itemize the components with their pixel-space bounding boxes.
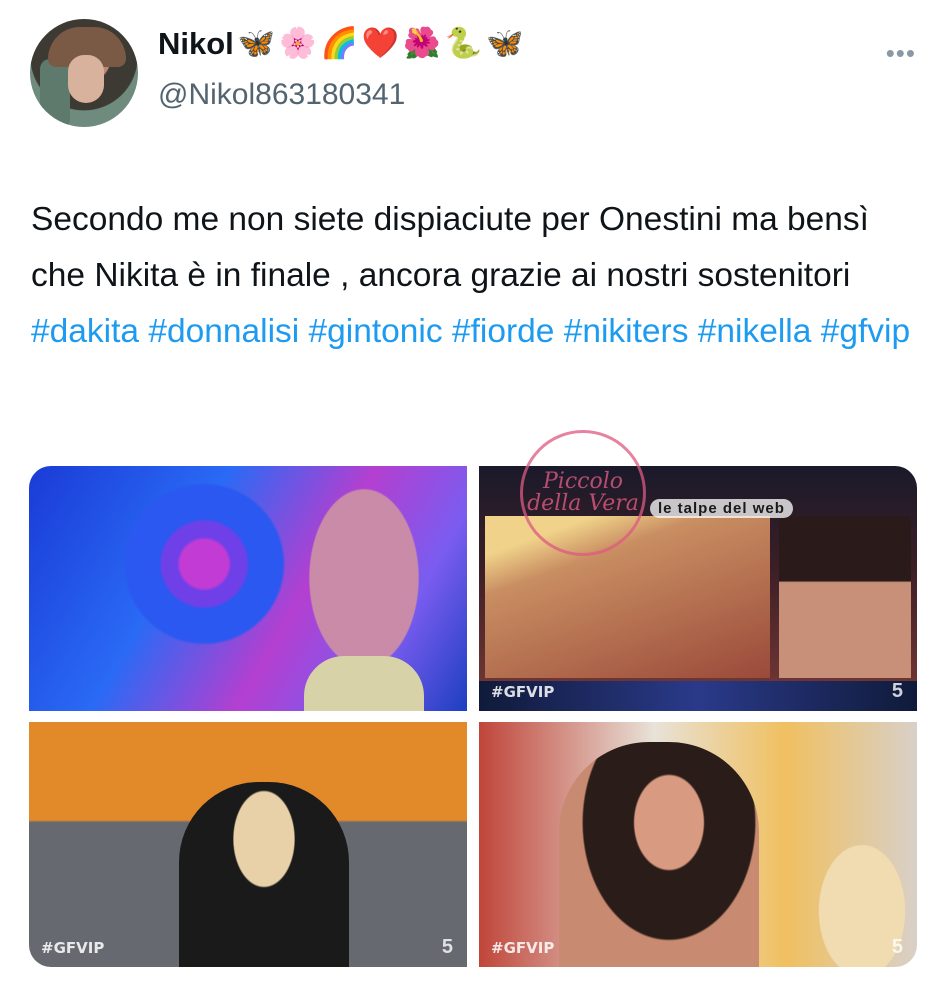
heart-emoji-icon: ❤️: [361, 27, 400, 60]
butterfly-emoji-icon: 🦋: [485, 27, 524, 60]
butterfly-emoji-icon: 🦋: [237, 27, 276, 60]
media-grid[interactable]: #GFVIP 5 #GFVIP 5 #GFVIP 5: [29, 466, 917, 967]
watermark-text: le talpe del web: [650, 499, 793, 518]
tweet-text-segment: [811, 313, 820, 350]
show-hashtag-overlay: #GFVIP: [41, 939, 105, 957]
author-handle[interactable]: @Nikol863180341: [158, 78, 405, 112]
rainbow-emoji-icon: 🌈: [320, 27, 358, 60]
tweet-text-segment: [554, 313, 563, 350]
show-hashtag-overlay: #GFVIP: [491, 939, 555, 957]
channel-logo-icon: 5: [441, 936, 453, 958]
hashtag-link[interactable]: #fiorde: [452, 313, 554, 350]
hibiscus-emoji-icon: 🌺: [403, 27, 441, 60]
image-figure-skirt: [304, 656, 424, 711]
author-name-row[interactable]: Nikol 🦋 🌸 🌈 ❤️ 🌺 🐍 🦋: [158, 26, 523, 62]
tweet-text-segment: [299, 313, 308, 350]
tweet-text-segment: Secondo me non siete dispiaciute per One…: [31, 201, 869, 294]
media-image-3[interactable]: #GFVIP 5: [29, 722, 467, 967]
watermark-stamp: Piccolo della Vera: [520, 430, 646, 556]
media-image-1[interactable]: [29, 466, 467, 711]
author-avatar[interactable]: [30, 19, 138, 127]
tweet-text-segment: [139, 313, 148, 350]
blossom-emoji-icon: 🌸: [279, 27, 317, 60]
image-figure: [559, 742, 759, 967]
tweet-text-segment: [688, 313, 697, 350]
tweet-text: Secondo me non siete dispiaciute per One…: [31, 192, 911, 360]
avatar-hair: [40, 59, 70, 127]
hashtag-link[interactable]: #dakita: [31, 313, 139, 350]
channel-logo-icon: 5: [891, 680, 903, 702]
hashtag-link[interactable]: #gfvip: [821, 313, 910, 350]
more-options-icon[interactable]: •••: [886, 38, 916, 69]
image-panel-left: [485, 516, 770, 678]
channel-logo-icon: 5: [891, 936, 903, 958]
hashtag-link[interactable]: #nikella: [698, 313, 812, 350]
tweet-text-segment: [443, 313, 452, 350]
snake-emoji-icon: 🐍: [444, 27, 482, 60]
image-panel-right: [779, 516, 911, 678]
hashtag-link[interactable]: #gintonic: [309, 313, 443, 350]
image-figure: [179, 782, 349, 967]
hashtag-link[interactable]: #donnalisi: [148, 313, 299, 350]
show-hashtag-overlay: #GFVIP: [491, 683, 555, 701]
author-name[interactable]: Nikol: [158, 26, 234, 62]
hashtag-link[interactable]: #nikiters: [564, 313, 689, 350]
media-image-4[interactable]: #GFVIP 5: [479, 722, 917, 967]
avatar-face: [68, 55, 104, 103]
